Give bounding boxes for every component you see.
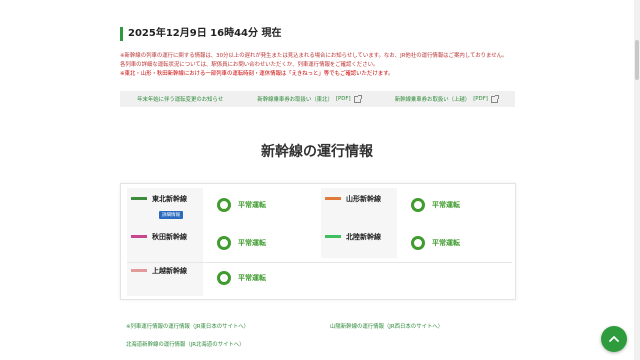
line-color-swatch [131, 235, 147, 238]
line-color-swatch [325, 197, 341, 200]
status-label: 平常運転 [238, 239, 266, 247]
linkbar-item-label: 年末年始に伴う運転変更のお知らせ [137, 97, 224, 103]
notice-text: ※新幹線の列車の運行に関する情報は、30分以上の遅れが発生または見込まれる場合に… [120, 52, 520, 79]
notice-line: 各列車の詳細な運転状況については、駅係員にお問い合わせいただくか、列車運行情報を… [120, 62, 379, 68]
status-hokuriku: 平常運転 [411, 236, 460, 250]
line-name-label: 山形新幹線 [346, 194, 381, 203]
normal-status-icon [217, 198, 231, 212]
footer-link[interactable]: ※列車運行情報の運行情報（JR東日本のサイトへ） [126, 322, 249, 330]
status-tohoku: 平常運転 [217, 198, 266, 212]
line-color-swatch [325, 235, 341, 238]
line-name-yamagata[interactable]: 山形新幹線 [325, 192, 381, 205]
notice-line: ※東北・山形・秋田新幹線における一部列車の運転時刻・運休情報は「えきねっと」等で… [120, 71, 394, 77]
update-datetime: 2025年12月9日 16時44分 現在 [120, 27, 282, 41]
linkbar-item-label: 新幹線乗車券お取扱い（東北） [257, 97, 333, 103]
footer-link-label: 北海道新幹線の運行情報（JR北海道のサイトへ） [126, 342, 245, 348]
normal-status-icon [411, 198, 425, 212]
status-akita: 平常運転 [217, 236, 266, 250]
status-label: 平常運転 [238, 201, 266, 209]
status-joetsu: 平常運転 [217, 271, 266, 285]
line-name-label: 上越新幹線 [152, 266, 187, 275]
linkbar-item[interactable]: 新幹線乗車券お取扱い（東北） [PDF] [257, 94, 362, 103]
linkbar-item[interactable]: 新幹線乗車券お取扱い（上越） [PDF] [394, 94, 499, 103]
related-links-bar: 年末年始に伴う運転変更のお知らせ 新幹線乗車券お取扱い（東北） [PDF] 新幹… [120, 91, 515, 107]
line-name-label: 北陸新幹線 [346, 232, 381, 241]
line-name-joetsu[interactable]: 上越新幹線 [131, 264, 187, 277]
line-color-swatch [131, 197, 147, 200]
detail-badge[interactable]: 詳細情報 [159, 211, 183, 219]
status-label: 平常運転 [238, 274, 266, 282]
line-status-panel: 東北新幹線 詳細情報 平常運転 山形新幹線 平常運転 秋田新幹線 平常運転 北陸… [120, 183, 516, 300]
normal-status-icon [411, 236, 425, 250]
line-name-tohoku[interactable]: 東北新幹線 [131, 192, 187, 205]
status-label: 平常運転 [432, 239, 460, 247]
line-name-akita[interactable]: 秋田新幹線 [131, 230, 187, 243]
line-color-swatch [131, 269, 147, 272]
normal-status-icon [217, 271, 231, 285]
pdf-tag: [PDF] [335, 96, 351, 102]
row-divider [127, 262, 512, 263]
footer-link[interactable]: 山陽新幹線の運行情報（JR西日本のサイトへ） [330, 322, 443, 330]
page-scrollbar[interactable] [634, 0, 640, 360]
status-label: 平常運転 [432, 201, 460, 209]
notice-line: ※新幹線の列車の運行に関する情報は、30分以上の遅れが発生または見込まれる場合に… [120, 53, 508, 59]
external-link-icon [490, 94, 499, 103]
scroll-to-top-button[interactable] [601, 326, 627, 352]
footer-link[interactable]: 北海道新幹線の運行情報（JR北海道のサイトへ） [126, 340, 245, 348]
line-name-hokuriku[interactable]: 北陸新幹線 [325, 230, 381, 243]
line-name-label: 秋田新幹線 [152, 232, 187, 241]
linkbar-item[interactable]: 年末年始に伴う運転変更のお知らせ [137, 95, 223, 103]
pdf-tag: [PDF] [473, 96, 488, 102]
external-link-icon [353, 94, 362, 103]
line-name-label: 東北新幹線 [152, 194, 187, 203]
status-yamagata: 平常運転 [411, 198, 460, 212]
footer-link-label: ※列車運行情報の運行情報（JR東日本のサイトへ） [126, 324, 250, 330]
scrollbar-thumb[interactable] [635, 40, 639, 80]
chevron-up-icon [609, 336, 619, 342]
footer-link-label: 山陽新幹線の運行情報（JR西日本のサイトへ） [330, 324, 444, 330]
normal-status-icon [217, 236, 231, 250]
section-title: 新幹線の運行情報 [261, 144, 373, 160]
linkbar-item-label: 新幹線乗車券お取扱い（上越） [394, 97, 471, 103]
